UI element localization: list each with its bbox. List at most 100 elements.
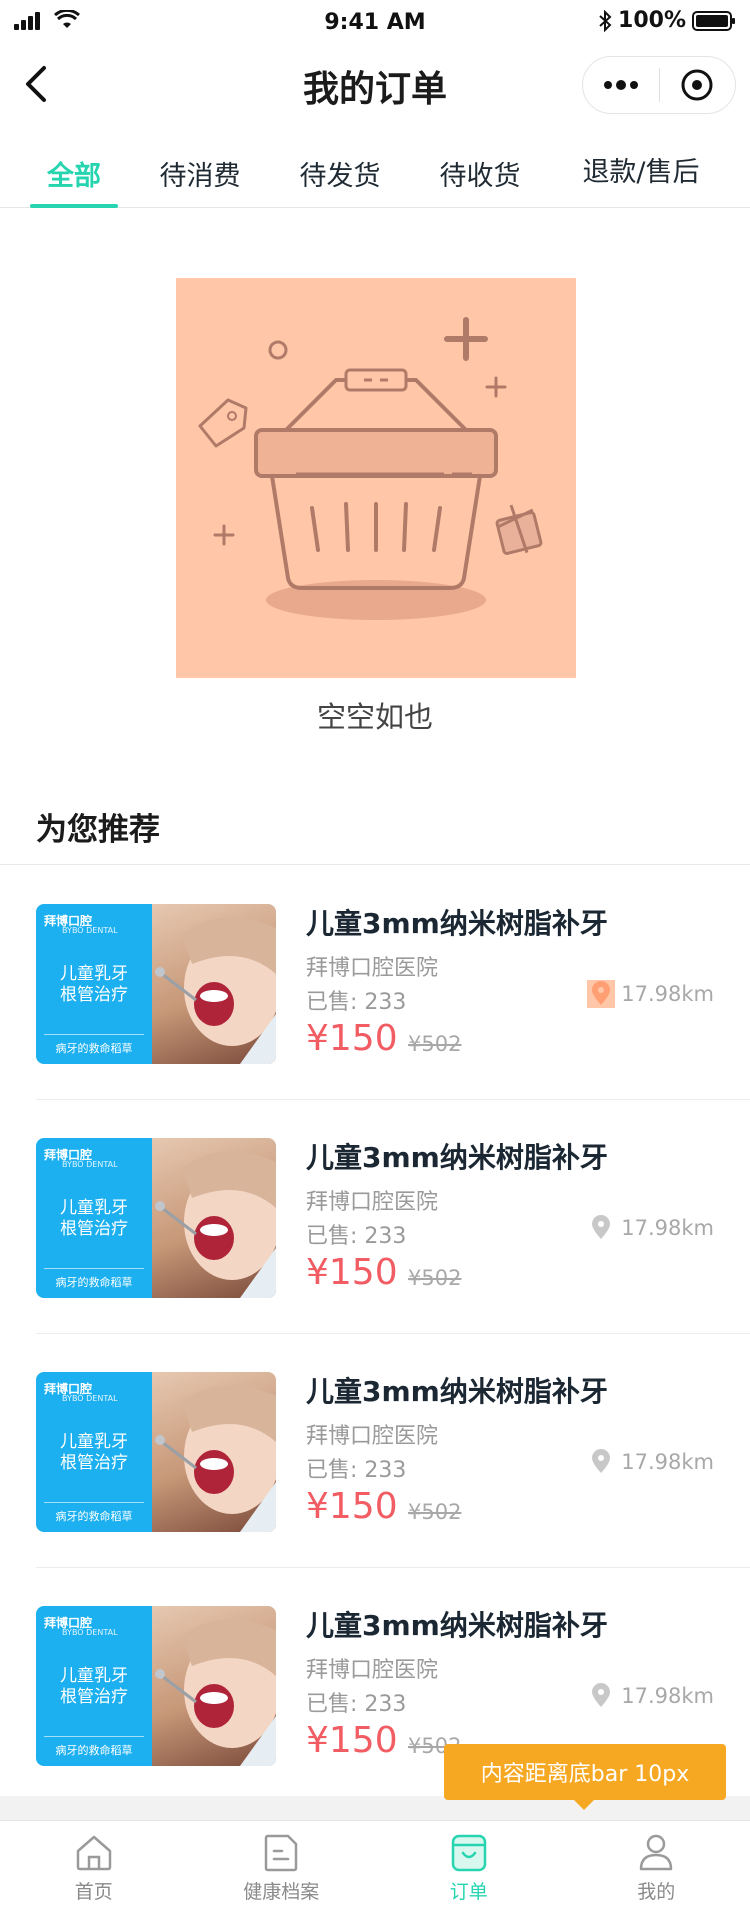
thumbnail-main-line2: 根管治疗 (60, 1453, 128, 1473)
distance: 17.98km (587, 1682, 714, 1710)
document-icon (265, 1834, 298, 1872)
tabbar-item-orders[interactable]: 订单 (375, 1821, 563, 1908)
thumbnail-main-line1: 儿童乳牙 (60, 964, 128, 984)
distance-text: 17.98km (621, 1216, 714, 1240)
distance-text: 17.98km (621, 1684, 714, 1708)
sold-count: 已售: 233 (306, 1458, 407, 1483)
distance: 17.98km (587, 980, 714, 1008)
original-price: ¥502 (408, 1032, 462, 1056)
product-card[interactable]: 拜博口腔 BYBO DENTAL 儿童乳牙 根管治疗 病牙的救命稻草 儿童3mm纳… (0, 1334, 750, 1568)
battery-percent: 100% (618, 8, 686, 33)
empty-basket-illustration (176, 278, 576, 678)
thumbnail-sub-text: 病牙的救命稻草 (55, 1042, 133, 1055)
shop-name: 拜博口腔医院 (306, 1424, 439, 1449)
distance: 17.98km (587, 1448, 714, 1476)
product-title: 儿童3mm纳米树脂补牙 (306, 1141, 608, 1174)
tab-all[interactable]: 全部 (46, 154, 102, 193)
product-card[interactable]: 拜博口腔 BYBO DENTAL 儿童乳牙 根管治疗 病牙的救命稻草 儿童3mm纳… (0, 866, 750, 1100)
tabbar-item-home[interactable]: 首页 (0, 1821, 188, 1908)
product-card[interactable]: 拜博口腔 BYBO DENTAL 儿童乳牙 根管治疗 病牙的救命稻草 儿童3mm纳… (0, 1100, 750, 1334)
thumbnail-main-line2: 根管治疗 (60, 1687, 128, 1707)
tooltip-arrow (574, 1800, 594, 1810)
thumbnail-main-line1: 儿童乳牙 (60, 1666, 128, 1686)
empty-state-text: 空空如也 (316, 700, 433, 734)
tabbar-label-home: 首页 (74, 1881, 113, 1903)
price: ¥150 (306, 1720, 398, 1761)
more-button[interactable] (583, 56, 659, 114)
home-icon (76, 1835, 111, 1871)
thumbnail-banner: 拜博口腔 BYBO DENTAL 儿童乳牙 根管治疗 病牙的救命稻草 (36, 1372, 152, 1532)
mini-program-capsule (582, 56, 736, 114)
location-pin-icon (587, 980, 616, 1008)
thumbnail-rule (44, 1736, 144, 1737)
thumbnail-main-text: 儿童乳牙 根管治疗 (36, 964, 152, 1006)
tab-to-receive[interactable]: 待收货 (438, 154, 522, 193)
tab-to-ship[interactable]: 待发货 (298, 154, 382, 193)
thumbnail-brand-en: BYBO DENTAL (62, 1394, 118, 1403)
close-miniprogram-button[interactable] (660, 56, 736, 114)
bottom-tab-bar: 首页 健康档案 订单 我的 (0, 1820, 750, 1908)
basket-icon (198, 317, 543, 620)
distance-text: 17.98km (621, 982, 714, 1006)
thumbnail-main-line2: 根管治疗 (60, 985, 128, 1005)
order-bag-icon (451, 1834, 486, 1872)
thumbnail-photo (152, 1138, 276, 1298)
battery-icon (692, 10, 735, 31)
child-dental-photo-icon (155, 1151, 276, 1298)
product-thumbnail: 拜博口腔 BYBO DENTAL 儿童乳牙 根管治疗 病牙的救命稻草 (36, 1606, 276, 1766)
location-pin-icon (592, 1449, 611, 1473)
thumbnail-banner: 拜博口腔 BYBO DENTAL 儿童乳牙 根管治疗 病牙的救命稻草 (36, 904, 152, 1064)
thumbnail-photo (152, 1606, 276, 1766)
original-price: ¥502 (408, 1266, 462, 1290)
thumbnail-sub-text: 病牙的救命稻草 (55, 1744, 133, 1757)
location-pin-icon (592, 1215, 611, 1239)
tabbar-item-me[interactable]: 我的 (563, 1821, 750, 1908)
active-tab-indicator (30, 204, 118, 208)
sold-count: 已售: 233 (306, 990, 407, 1015)
tabbar-item-health-record[interactable]: 健康档案 (188, 1821, 376, 1908)
product-thumbnail: 拜博口腔 BYBO DENTAL 儿童乳牙 根管治疗 病牙的救命稻草 (36, 1372, 276, 1532)
price: ¥150 (306, 1486, 398, 1527)
shop-name: 拜博口腔医院 (306, 1190, 439, 1215)
product-title: 儿童3mm纳米树脂补牙 (306, 1609, 608, 1642)
thumbnail-rule (44, 1034, 144, 1035)
tabbar-label-orders: 订单 (449, 1881, 488, 1903)
thumbnail-brand-en: BYBO DENTAL (62, 926, 118, 935)
thumbnail-brand-en: BYBO DENTAL (62, 1628, 118, 1637)
thumbnail-sub-text: 病牙的救命稻草 (55, 1276, 133, 1289)
child-dental-photo-icon (155, 917, 276, 1064)
status-right-group: 100% (598, 8, 736, 33)
thumbnail-banner: 拜博口腔 BYBO DENTAL 儿童乳牙 根管治疗 病牙的救命稻草 (36, 1138, 152, 1298)
target-close-icon (681, 69, 713, 101)
more-dots-icon (603, 80, 638, 90)
bluetooth-icon (599, 9, 612, 32)
thumbnail-rule (44, 1268, 144, 1269)
thumbnail-main-line1: 儿童乳牙 (60, 1198, 128, 1218)
child-dental-photo-icon (155, 1385, 276, 1532)
tab-refund-aftersale[interactable]: 退款/售后 (576, 150, 706, 189)
tabbar-label-health-record: 健康档案 (243, 1881, 320, 1903)
price: ¥150 (306, 1252, 398, 1293)
child-dental-photo-icon (155, 1619, 276, 1766)
nav-bar: 我的订单 (0, 44, 750, 124)
thumbnail-photo (152, 1372, 276, 1532)
distance-text: 17.98km (621, 1450, 714, 1474)
thumbnail-main-text: 儿童乳牙 根管治疗 (36, 1666, 152, 1708)
order-tabs: 全部 待消费 待发货 待收货 退款/售后 (0, 148, 750, 208)
shop-name: 拜博口腔医院 (306, 956, 439, 981)
thumbnail-main-text: 儿童乳牙 根管治疗 (36, 1432, 152, 1474)
price: ¥150 (306, 1018, 398, 1059)
thumbnail-banner: 拜博口腔 BYBO DENTAL 儿童乳牙 根管治疗 病牙的救命稻草 (36, 1606, 152, 1766)
person-icon (640, 1834, 673, 1871)
product-title: 儿童3mm纳米树脂补牙 (306, 907, 608, 940)
original-price: ¥502 (408, 1500, 462, 1524)
tabbar-label-me: 我的 (637, 1881, 676, 1903)
sold-count: 已售: 233 (306, 1692, 407, 1717)
tab-to-consume[interactable]: 待消费 (158, 154, 242, 193)
thumbnail-main-line2: 根管治疗 (60, 1219, 128, 1239)
product-thumbnail: 拜博口腔 BYBO DENTAL 儿童乳牙 根管治疗 病牙的救命稻草 (36, 904, 276, 1064)
status-bar: 9:41 AM 100% (0, 0, 750, 44)
distance: 17.98km (587, 1214, 714, 1242)
product-thumbnail: 拜博口腔 BYBO DENTAL 儿童乳牙 根管治疗 病牙的救命稻草 (36, 1138, 276, 1298)
thumbnail-main-line1: 儿童乳牙 (60, 1432, 128, 1452)
